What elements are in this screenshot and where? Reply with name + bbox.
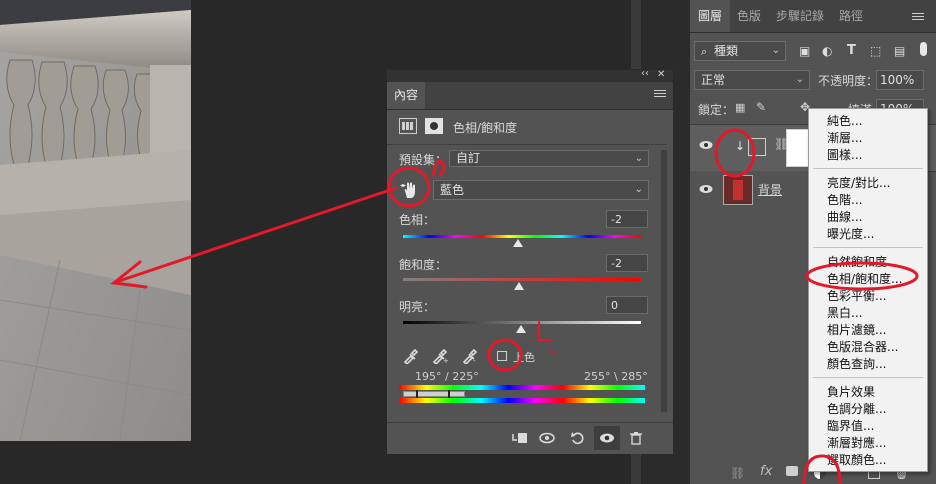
annotation-overlay: c — [110, 128, 919, 484]
annotation-arrow-line — [114, 186, 398, 284]
annotation-mark: c — [550, 343, 556, 356]
annotation-squiggle — [431, 160, 446, 177]
annotation-circle-menu-item — [805, 261, 919, 291]
annotation-circle-adjust-button — [802, 454, 842, 484]
annotation-circle-colorize — [487, 338, 523, 372]
annotation-circle-layer — [714, 128, 756, 178]
annotation-tick — [538, 321, 552, 341]
